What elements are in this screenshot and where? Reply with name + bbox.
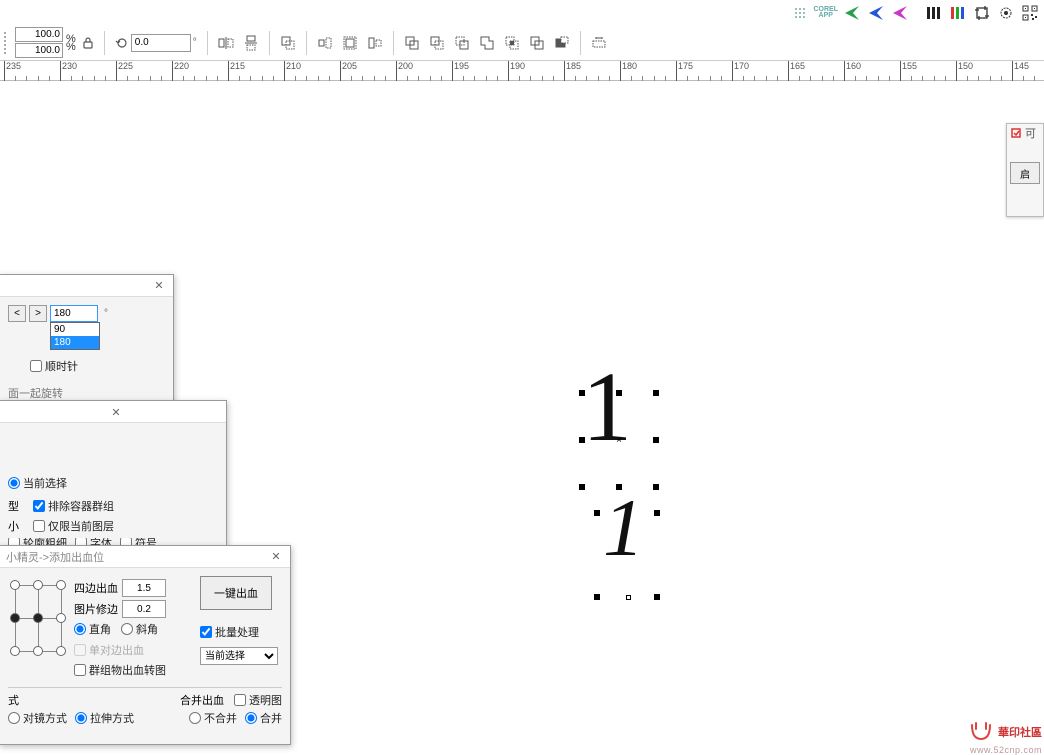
- mirror-v-button[interactable]: [240, 32, 262, 54]
- combine-button-6[interactable]: [526, 32, 548, 54]
- scope-select[interactable]: 当前选择: [200, 647, 278, 665]
- align-button-1[interactable]: [314, 32, 336, 54]
- rotate-icon: [115, 36, 129, 50]
- grip-icon[interactable]: [4, 32, 8, 54]
- combine-button-5[interactable]: [501, 32, 523, 54]
- to-front-button[interactable]: [277, 32, 299, 54]
- size-label-fragment: 小: [8, 518, 19, 534]
- angle-prev-button[interactable]: <: [8, 305, 26, 322]
- no-merge-radio[interactable]: 不合并: [189, 710, 237, 726]
- angle-option-180[interactable]: 180: [51, 336, 99, 349]
- panel-title: 可: [1025, 125, 1036, 141]
- align-button-2[interactable]: [339, 32, 361, 54]
- only-current-layer-checkbox[interactable]: 仅限当前图层: [33, 518, 114, 534]
- bars-color-icon[interactable]: [948, 3, 968, 23]
- group-to-img-checkbox[interactable]: 群组物出血转图: [74, 662, 166, 678]
- scale-y-input[interactable]: [15, 43, 63, 58]
- exclude-container-checkbox[interactable]: 排除容器群组: [33, 498, 114, 514]
- corelapp-label[interactable]: COREL APP: [814, 3, 839, 23]
- right-panel[interactable]: 可 启: [1006, 123, 1044, 217]
- current-selection-radio[interactable]: 当前选择: [8, 475, 67, 491]
- mirror-mode-radio[interactable]: 对镜方式: [8, 710, 67, 726]
- corner-right-radio[interactable]: 直角: [74, 621, 111, 637]
- rotation-input[interactable]: [131, 34, 191, 52]
- angle-dropdown[interactable]: 90 180: [50, 322, 100, 350]
- selection-center-icon: ×: [615, 436, 623, 444]
- panel-start-button[interactable]: 启: [1010, 162, 1040, 184]
- align-button-3[interactable]: [364, 32, 386, 54]
- dots-icon[interactable]: [790, 3, 810, 23]
- combine-button-3[interactable]: [451, 32, 473, 54]
- angle-option-90[interactable]: 90: [51, 323, 99, 336]
- merge-bleed-label: 合并出血: [180, 692, 224, 708]
- horizontal-ruler[interactable]: 2352302252202152102052001951901851801751…: [0, 61, 1044, 81]
- dimension-button[interactable]: [588, 32, 610, 54]
- do-merge-radio[interactable]: 合并: [245, 710, 282, 726]
- filter-dialog[interactable]: ✕ 当前选择 型 排除容器群组 小 仅限当前图层 轮廓粗细 字体 符号: [0, 400, 227, 546]
- bars-dark-icon[interactable]: [924, 3, 944, 23]
- close-button-3[interactable]: ✕: [268, 549, 284, 565]
- single-side-checkbox[interactable]: 单对边出血: [74, 642, 144, 658]
- trans-img-checkbox[interactable]: 透明图: [234, 692, 282, 708]
- close-button-2[interactable]: ✕: [108, 404, 124, 420]
- four-sides-label: 四边出血: [74, 580, 118, 596]
- crop-icon[interactable]: [972, 3, 992, 23]
- image-trim-label: 图片修边: [74, 601, 118, 617]
- combine-button-1[interactable]: [401, 32, 423, 54]
- lock-ratio-button[interactable]: [79, 34, 97, 52]
- image-trim-input[interactable]: [122, 600, 166, 618]
- rotate-with-page-label: 面一起旋转: [8, 385, 165, 401]
- angle-next-button[interactable]: >: [29, 305, 47, 322]
- close-button[interactable]: ✕: [151, 278, 167, 294]
- mode-label-fragment: 式: [8, 692, 19, 708]
- combine-button-7[interactable]: [551, 32, 573, 54]
- clockwise-checkbox[interactable]: 顺时针: [30, 358, 78, 374]
- send-green-icon[interactable]: [842, 3, 862, 23]
- selection-object-1[interactable]: 1 ×: [582, 393, 656, 487]
- four-sides-input[interactable]: [122, 579, 166, 597]
- panel-icon: [1010, 127, 1022, 139]
- combine-button-2[interactable]: [426, 32, 448, 54]
- anchor-picker[interactable]: [10, 580, 66, 658]
- selection-object-2[interactable]: 1: [597, 513, 657, 597]
- stretch-mode-radio[interactable]: 拉伸方式: [75, 710, 134, 726]
- send-magenta-icon[interactable]: [890, 3, 910, 23]
- combine-button-4[interactable]: [476, 32, 498, 54]
- bleed-dialog[interactable]: 小精灵->添加出血位 ✕ 四边出血 图片修边 直角 斜角 单对边出血 群组物出血转…: [0, 545, 291, 745]
- qr-icon[interactable]: [1020, 3, 1040, 23]
- target-icon[interactable]: [996, 3, 1016, 23]
- bleed-dialog-title: 小精灵->添加出血位: [6, 549, 104, 565]
- one-click-bleed-button[interactable]: 一键出血: [200, 576, 272, 610]
- type-label-fragment: 型: [8, 498, 19, 514]
- mirror-h-button[interactable]: [215, 32, 237, 54]
- pct-labels: %%: [66, 35, 76, 51]
- batch-checkbox[interactable]: 批量处理: [200, 624, 259, 640]
- text-object-1[interactable]: 1: [582, 357, 632, 457]
- scale-x-input[interactable]: [15, 27, 63, 42]
- angle-input[interactable]: [50, 305, 98, 322]
- corner-bevel-radio[interactable]: 斜角: [121, 621, 158, 637]
- send-blue-icon[interactable]: [866, 3, 886, 23]
- property-bar: %% °: [0, 25, 1044, 61]
- text-object-2[interactable]: 1: [603, 487, 644, 569]
- rotation-unit: °: [193, 37, 197, 48]
- angle-unit: °: [104, 308, 108, 319]
- top-icon-strip: COREL APP: [0, 0, 1044, 25]
